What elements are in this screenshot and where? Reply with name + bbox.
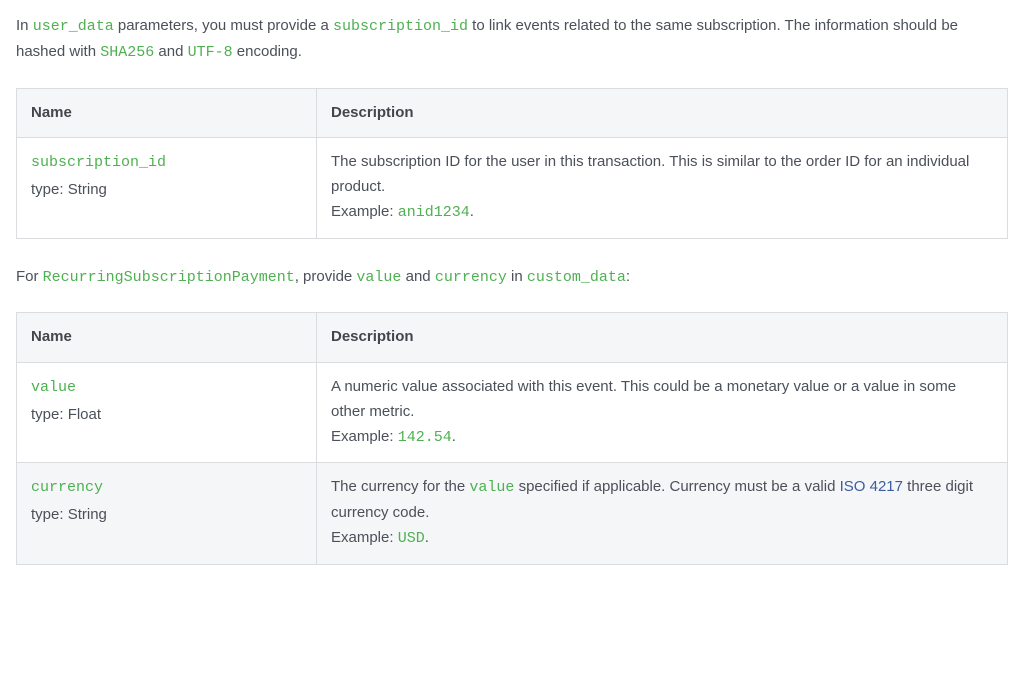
- col-header-name: Name: [17, 313, 317, 363]
- intro-paragraph-1: In user_data parameters, you must provid…: [16, 14, 1008, 66]
- table-row: subscription_id type: String The subscri…: [17, 138, 1008, 238]
- param-description: A numeric value associated with this eve…: [331, 375, 993, 425]
- col-header-description: Description: [317, 313, 1008, 363]
- col-header-name: Name: [17, 88, 317, 138]
- col-header-description: Description: [317, 88, 1008, 138]
- param-type: type: String: [31, 178, 302, 203]
- code-value: value: [356, 269, 401, 286]
- param-type: type: String: [31, 503, 302, 528]
- code-currency: currency: [435, 269, 507, 286]
- code-utf8: UTF-8: [188, 44, 233, 61]
- intro-paragraph-2: For RecurringSubscriptionPayment, provid…: [16, 265, 1008, 291]
- param-description: The subscription ID for the user in this…: [331, 150, 993, 200]
- code-subscription-id: subscription_id: [333, 18, 468, 35]
- param-name: subscription_id: [31, 154, 166, 171]
- param-name: value: [31, 379, 76, 396]
- code-user-data: user_data: [33, 18, 114, 35]
- param-example: Example: USD.: [331, 526, 993, 552]
- code-sha256: SHA256: [100, 44, 154, 61]
- custom-data-table: Name Description value type: Float A num…: [16, 312, 1008, 564]
- table-row: value type: Float A numeric value associ…: [17, 363, 1008, 463]
- param-description: The currency for the value specified if …: [331, 475, 993, 526]
- param-example: Example: 142.54.: [331, 425, 993, 451]
- code-recurring-subscription-payment: RecurringSubscriptionPayment: [43, 269, 295, 286]
- param-name: currency: [31, 479, 103, 496]
- table-row: currency type: String The currency for t…: [17, 463, 1008, 564]
- code-custom-data: custom_data: [527, 269, 626, 286]
- param-example: Example: anid1234.: [331, 200, 993, 226]
- user-data-table: Name Description subscription_id type: S…: [16, 88, 1008, 239]
- param-type: type: Float: [31, 403, 302, 428]
- iso-4217-link[interactable]: ISO 4217: [840, 478, 903, 495]
